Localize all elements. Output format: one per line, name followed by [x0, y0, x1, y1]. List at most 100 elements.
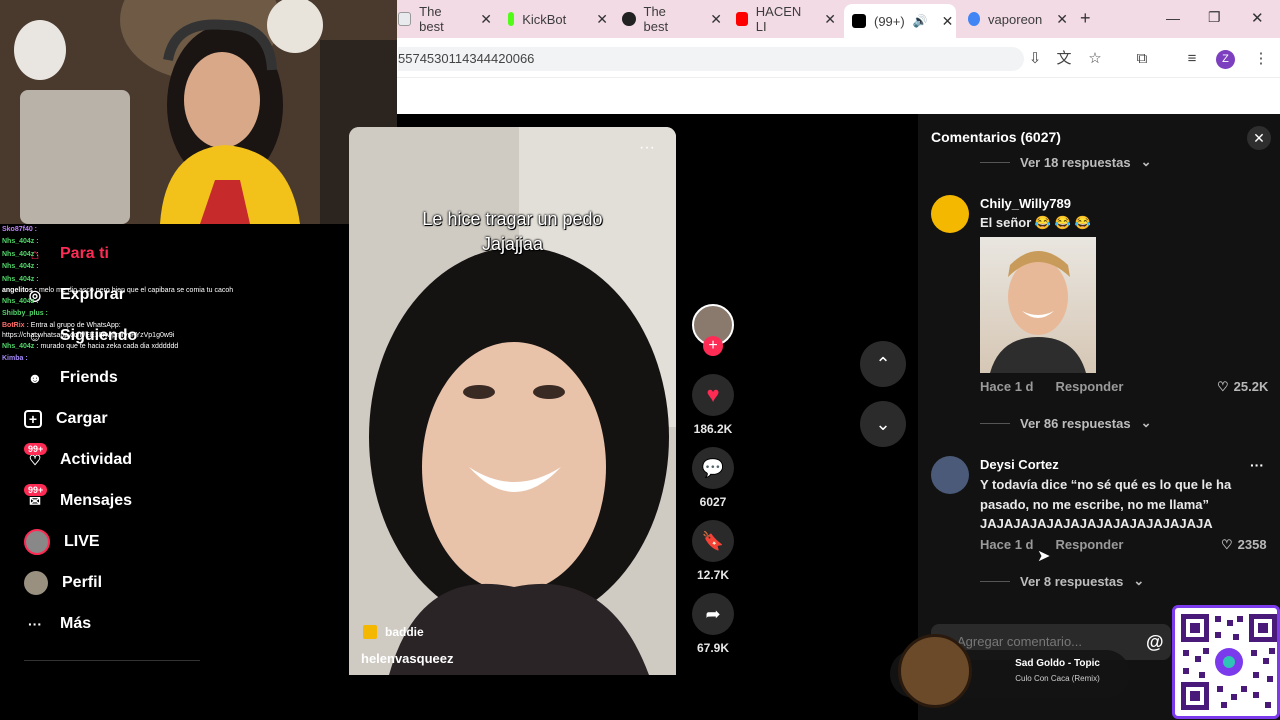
video-player[interactable]: Le hice tragar un pedo Jajajjaa ··· badd… [349, 127, 676, 675]
close-icon: ✕ [1253, 130, 1265, 146]
close-tab-icon[interactable]: ✕ [480, 11, 492, 28]
view-replies-link[interactable]: Ver 86 respuestas ⌄ [980, 415, 1151, 431]
next-video-button[interactable]: ⌄ [860, 401, 906, 447]
webcam-overlay [0, 0, 397, 224]
save-action[interactable]: 🔖 12.7K [692, 520, 734, 582]
divider [980, 161, 1010, 163]
nav-label: Mensajes [60, 492, 133, 509]
commenter-avatar[interactable] [931, 456, 969, 494]
nav-divider [24, 660, 200, 661]
close-tab-icon[interactable]: ✕ [942, 13, 954, 30]
notification-badge: 99+ [24, 484, 48, 496]
chat-message: Nhs_404z : [2, 263, 39, 271]
profile-avatar-icon [24, 571, 48, 595]
comment-like[interactable]: ♡ 25.2K [1217, 379, 1268, 395]
chevron-down-icon: ⌄ [1140, 154, 1152, 169]
notification-badge: 99+ [24, 443, 48, 455]
comment-image-art [990, 251, 1086, 373]
chat-message: BotRix : Entra al grupo de WhatsApp: htt… [2, 321, 175, 339]
translate-icon[interactable]: 文 [1053, 48, 1075, 70]
comment-like[interactable]: ♡ 2358 [1221, 537, 1267, 553]
qr-code-pattern [1181, 614, 1277, 710]
nav-perfil[interactable]: Perfil [24, 568, 102, 598]
close-tab-icon[interactable]: ✕ [1056, 11, 1068, 28]
speaker-icon[interactable]: 🔊 [913, 14, 928, 28]
nav-cargar[interactable]: + Cargar [24, 404, 108, 434]
comment-count: 6027 [699, 495, 727, 509]
profile-avatar[interactable]: Z [1216, 50, 1235, 69]
close-window-icon[interactable]: ✕ [1251, 9, 1264, 27]
browser-tab-6[interactable]: vaporeon ✕ [968, 4, 1068, 34]
chat-message: Shibby_plus : [2, 310, 48, 318]
author-avatar-button[interactable]: + [692, 304, 734, 356]
browser-tab-3[interactable]: The best ✕ [622, 4, 722, 34]
divider [980, 422, 1010, 424]
nav-label: Actividad [60, 451, 133, 468]
close-tab-icon[interactable]: ✕ [710, 11, 722, 28]
reply-button[interactable]: Responder [1055, 537, 1123, 552]
more-dots-icon: ··· [28, 616, 42, 632]
stream-chat-overlay: Sko87f40 : Nhs_404z : Nhs_404z : Nhs_404… [2, 224, 272, 366]
chevron-down-icon: ⌄ [1133, 573, 1145, 588]
video-more-icon[interactable]: ··· [639, 139, 655, 157]
comment-image[interactable] [980, 237, 1096, 373]
share-arrow-icon[interactable]: ➦ [692, 593, 734, 635]
browser-tab-4[interactable]: HACEN LI ✕ [736, 4, 836, 34]
tab-favicon [508, 12, 515, 26]
nav-actividad[interactable]: ♡ 99+ Actividad [24, 443, 133, 475]
chevron-down-icon: ⌄ [875, 413, 891, 434]
reply-button[interactable]: Responder [1055, 379, 1123, 394]
save-count: 12.7K [696, 568, 730, 582]
nav-friends[interactable]: ☻ Friends [24, 363, 118, 393]
heart-outline-icon: ♡ [1217, 379, 1229, 394]
like-action[interactable]: ♥ 186.2K [692, 374, 734, 436]
comment-username[interactable]: Deysi Cortez [980, 457, 1059, 472]
share-action[interactable]: ➦ 67.9K [692, 593, 734, 655]
heart-icon[interactable]: ♥ [692, 374, 734, 416]
nav-mensajes[interactable]: ✉ 99+ Mensajes [24, 484, 133, 516]
bookmark-star-icon[interactable]: ☆ [1084, 48, 1106, 70]
url-text: 5574530114344420066 [398, 51, 535, 66]
install-app-icon[interactable]: ⇩ [1024, 48, 1046, 70]
video-author[interactable]: helenvasqueez [361, 651, 454, 666]
tag-icon [363, 625, 377, 639]
mention-icon[interactable]: @ [1146, 632, 1164, 653]
close-comments-button[interactable]: ✕ [1247, 126, 1271, 150]
comment-meta: Hace 1 d Responder [980, 537, 1124, 552]
close-tab-icon[interactable]: ✕ [824, 11, 836, 28]
minimize-icon[interactable]: — [1166, 10, 1180, 26]
chevron-up-icon: ⌃ [875, 353, 891, 374]
comment-icon[interactable]: 💬 [692, 447, 734, 489]
video-tag[interactable]: baddie [363, 625, 424, 639]
comment-action[interactable]: 💬 6027 [692, 447, 734, 509]
browser-tab-5-active[interactable]: (99+) 🔊 ✕ [844, 4, 956, 38]
previous-video-button[interactable]: ⌃ [860, 341, 906, 387]
extensions-icon[interactable]: ⧉ [1131, 48, 1153, 70]
menu-kebab-icon[interactable]: ⋮ [1250, 48, 1272, 70]
follow-plus-icon[interactable]: + [703, 336, 723, 356]
bookmark-icon[interactable]: 🔖 [692, 520, 734, 562]
new-tab-icon[interactable]: + [1080, 8, 1091, 29]
nav-live[interactable]: LIVE [24, 527, 100, 557]
tab-label: HACEN LI [755, 4, 802, 34]
browser-tab-1[interactable]: The best ✕ [398, 4, 492, 34]
commenter-avatar[interactable] [931, 195, 969, 233]
close-tab-icon[interactable]: ✕ [596, 11, 608, 28]
maximize-icon[interactable]: ❐ [1208, 9, 1221, 26]
bookmarks-bar [397, 78, 1280, 114]
nav-label: Perfil [62, 574, 103, 591]
view-replies-link[interactable]: Ver 8 respuestas ⌄ [980, 573, 1144, 589]
comment-username[interactable]: Chily_Willy789 [980, 196, 1071, 211]
google-icon [968, 12, 981, 26]
url-field[interactable]: 5574530114344420066 [398, 47, 1024, 71]
nav-mas[interactable]: ··· Más [24, 609, 91, 639]
comment-text: Y todavía dice “no sé qué es lo que le h… [980, 477, 1232, 531]
comment-more-icon[interactable]: ··· [1250, 457, 1264, 473]
browser-tab-2[interactable]: KickBot ✕ [508, 4, 608, 34]
webcam-image [0, 0, 397, 224]
media-control-icon[interactable]: ≡ [1181, 48, 1203, 70]
view-replies-link[interactable]: Ver 18 respuestas ⌄ [980, 154, 1151, 170]
music-album-art [898, 634, 972, 708]
tab-label: The best [419, 4, 444, 34]
friends-icon: ☻ [27, 370, 43, 386]
